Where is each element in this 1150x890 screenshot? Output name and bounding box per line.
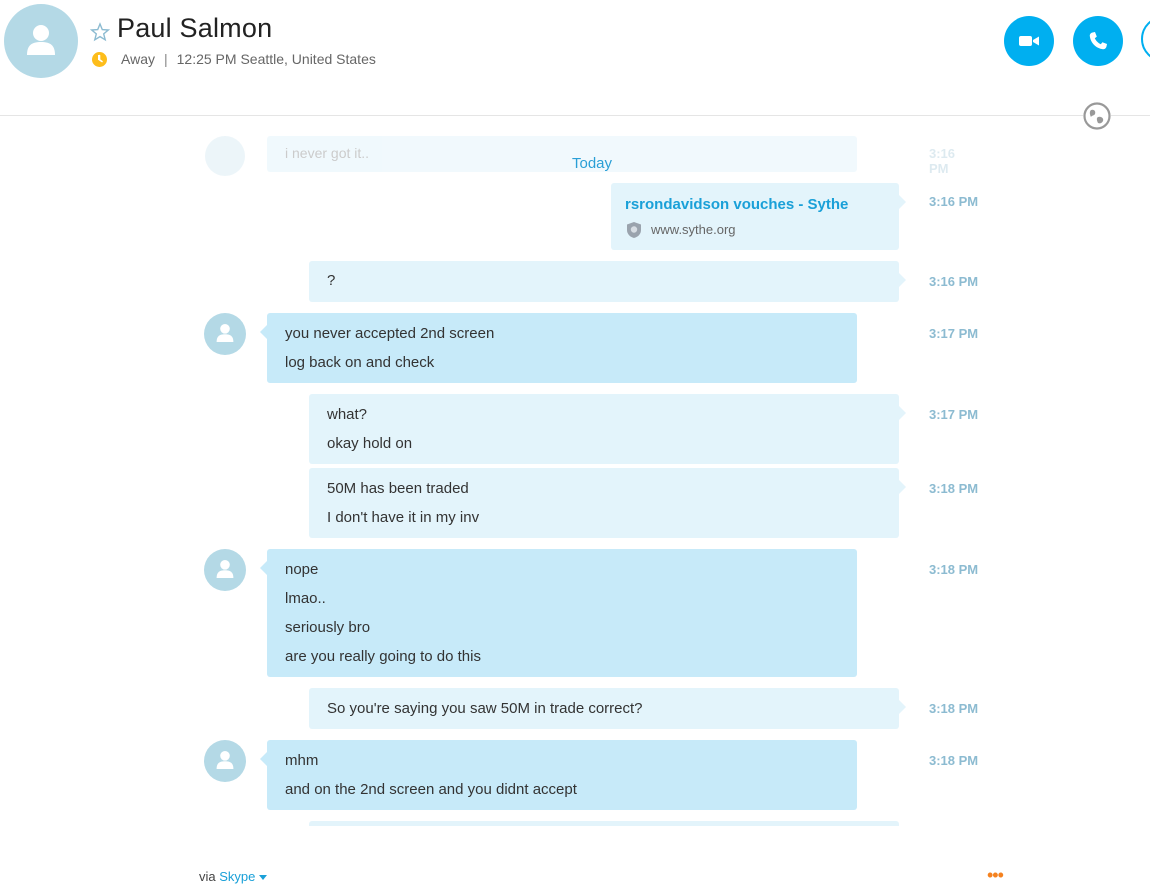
contact-name[interactable]: Paul Salmon (117, 13, 272, 44)
person-icon (27, 25, 55, 55)
message-text: what? (327, 406, 368, 423)
message-list[interactable]: i never got it.. 3:16 PM Today rsrondavi… (0, 116, 1150, 826)
message-time: 3:18 PM (929, 701, 979, 716)
person-icon (216, 751, 234, 769)
avatar[interactable] (204, 313, 246, 355)
local-time: 12:25 PM Seattle, United States (176, 51, 376, 67)
video-call-button[interactable] (1004, 16, 1054, 66)
message-text: lmao.. (285, 590, 326, 607)
message-time: 3:17 PM (929, 407, 979, 422)
message-text: log back on and check (285, 354, 435, 371)
avatar[interactable] (204, 549, 246, 591)
composer-footer: via Skype ••• (0, 826, 1150, 890)
avatar (205, 136, 245, 176)
message-time: 3:17 PM (929, 326, 979, 341)
message-text: i never got it.. (285, 145, 370, 161)
message-text: ? (327, 272, 336, 289)
message-time: 3:16 PM (929, 146, 956, 176)
link-preview-message[interactable]: rsrondavidson vouches - Sythe www.sythe.… (611, 183, 906, 250)
message-time: 3:18 PM (929, 481, 979, 496)
message-text: are you really going to do this (285, 648, 481, 665)
avatar[interactable] (204, 740, 246, 782)
message-text: nope (285, 561, 319, 578)
phone-icon (1089, 32, 1107, 50)
person-icon (216, 324, 234, 342)
message-bubble[interactable]: So you're saying you saw 50M in trade co… (309, 688, 906, 729)
message-text: mhm (285, 752, 319, 769)
status-text: Away (121, 51, 155, 67)
message-time: 3:18 PM (929, 562, 979, 577)
message-text: seriously bro (285, 619, 371, 636)
contact-status-row: Away | 12:25 PM Seattle, United States (92, 51, 376, 67)
site-favicon-icon (627, 222, 641, 238)
message-time: 3:16 PM (929, 194, 979, 209)
message-bubble[interactable]: 50M has been traded I don't have it in m… (309, 468, 906, 538)
message-bubble[interactable]: nope lmao.. seriously bro are you really… (260, 549, 857, 677)
audio-call-button[interactable] (1073, 16, 1123, 66)
date-divider: Today (572, 155, 613, 172)
add-participant-button[interactable] (1141, 16, 1150, 62)
message-bubble[interactable]: ? (309, 261, 906, 302)
message-text: you never accepted 2nd screen (285, 325, 495, 342)
contact-avatar[interactable] (4, 4, 78, 78)
message-text: I don't have it in my inv (327, 509, 480, 526)
via-prefix: via (199, 869, 216, 884)
conversation-header: Paul Salmon Away | 12:25 PM Seattle, Uni… (0, 0, 1150, 115)
message-text: and on the 2nd screen and you didnt acce… (285, 781, 577, 798)
message-bubble[interactable]: mhm and on the 2nd screen and you didnt … (260, 740, 857, 810)
message-text: So you're saying you saw 50M in trade co… (327, 700, 643, 717)
message-time: 3:16 PM (929, 274, 979, 289)
message-time: 3:18 PM (929, 753, 979, 768)
chevron-down-icon[interactable] (259, 875, 268, 881)
favorite-star-icon[interactable] (89, 22, 111, 42)
link-url: www.sythe.org (651, 222, 736, 237)
link-title[interactable]: rsrondavidson vouches - Sythe (625, 196, 848, 213)
person-icon (216, 560, 234, 578)
message-text: okay hold on (327, 435, 413, 452)
via-service-link[interactable]: Skype (219, 869, 255, 884)
via-selector[interactable]: via Skype (199, 869, 268, 884)
video-camera-icon (1019, 36, 1039, 46)
away-clock-icon (92, 51, 107, 67)
message-bubble[interactable]: what? okay hold on (309, 394, 906, 464)
more-options-icon[interactable]: ••• (987, 866, 1004, 884)
message-bubble[interactable]: you never accepted 2nd screen log back o… (260, 313, 857, 383)
status-separator: | (163, 51, 168, 67)
scrolled-message: i never got it.. 3:16 PM (205, 136, 955, 176)
message-text: 50M has been traded (327, 480, 469, 497)
